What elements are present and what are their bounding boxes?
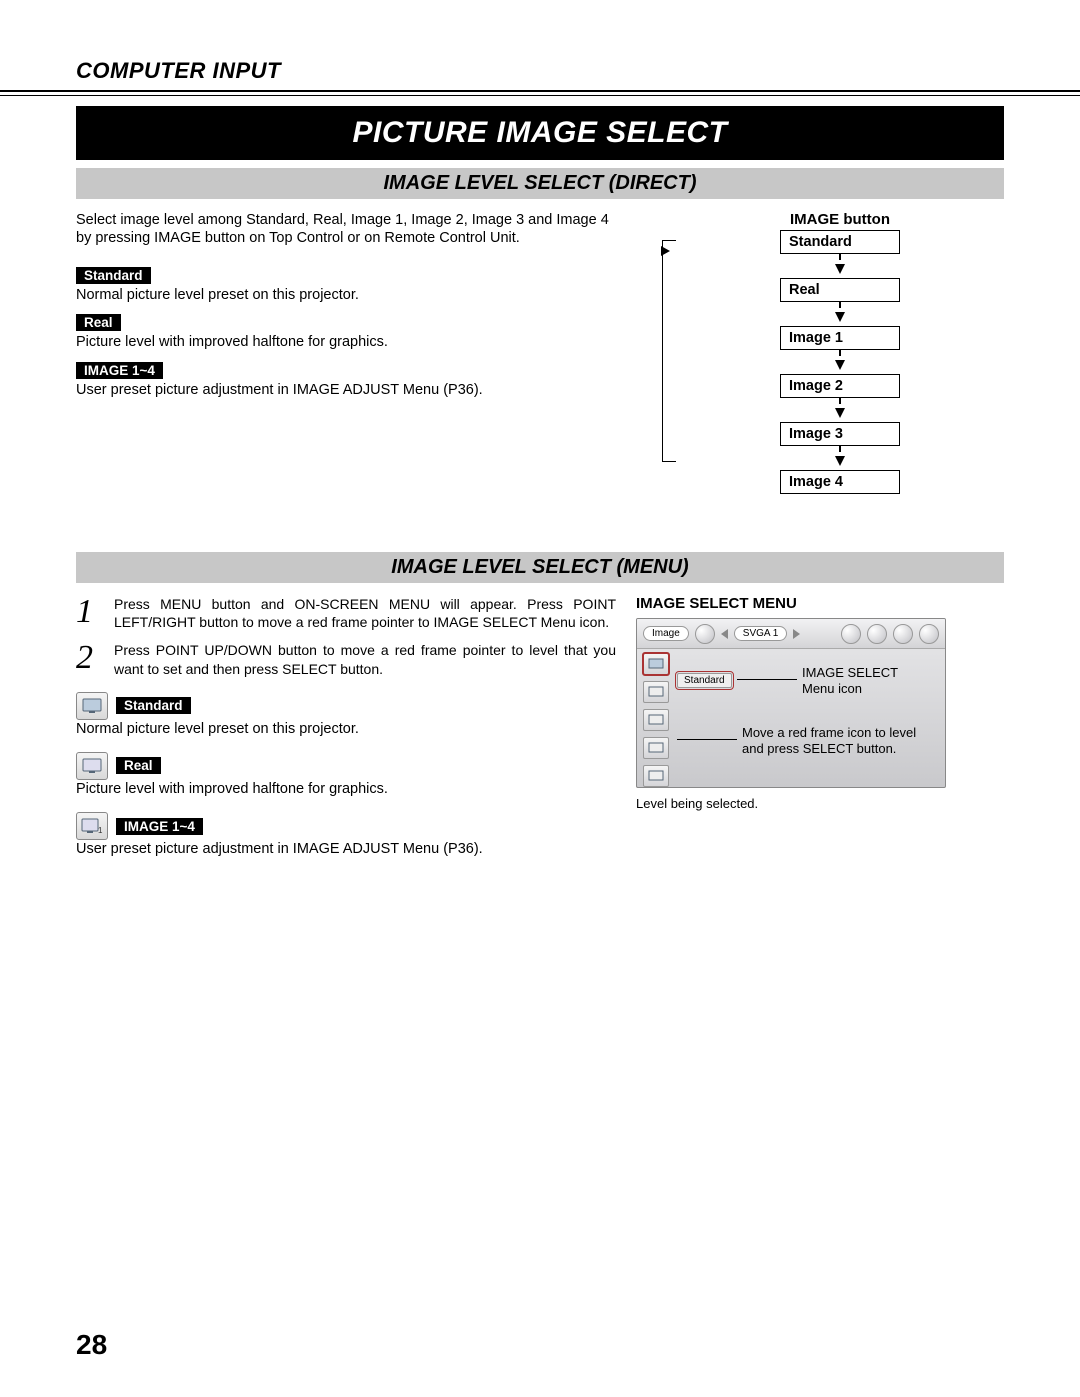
osd-round-button (919, 624, 939, 644)
step-2-text: Press POINT UP/DOWN button to move a red… (114, 641, 616, 677)
standard-icon (76, 692, 108, 720)
osd-selected-label: Standard (677, 673, 732, 688)
diagram-box: Image 1 (780, 326, 900, 350)
callout-move-text: Move a red frame icon to level and press… (742, 725, 932, 758)
loop-arrow-icon (661, 246, 670, 256)
osd-round-button (893, 624, 913, 644)
tag-standard: Standard (76, 267, 151, 284)
diagram-box: Image 2 (780, 374, 900, 398)
down-arrow-icon (835, 264, 845, 274)
diagram-box: Image 3 (780, 422, 900, 446)
callout-line (737, 679, 797, 680)
chapter-heading: COMPUTER INPUT (76, 58, 1004, 90)
desc-image14-menu: User preset picture adjustment in IMAGE … (76, 840, 616, 858)
diagram-box: Standard (780, 230, 900, 254)
svg-text:1: 1 (98, 826, 103, 834)
desc-image14: User preset picture adjustment in IMAGE … (76, 381, 616, 399)
osd-side-icons (643, 653, 673, 787)
osd-screenshot: Image SVGA 1 (636, 618, 946, 788)
diagram-box: Image 4 (780, 470, 900, 494)
tag-image14-menu: IMAGE 1~4 (116, 818, 203, 835)
osd-level-icon (643, 737, 669, 759)
desc-standard: Normal picture level preset on this proj… (76, 286, 616, 304)
tag-real: Real (76, 314, 121, 331)
down-arrow-icon (835, 360, 845, 370)
osd-tab-label: Image (643, 626, 689, 641)
step-1-text: Press MENU button and ON-SCREEN MENU wil… (114, 595, 616, 631)
osd-topbar: Image SVGA 1 (637, 619, 945, 649)
down-arrow-icon (835, 312, 845, 322)
page-number: 28 (76, 1329, 107, 1361)
loop-line (662, 240, 676, 462)
desc-real-menu: Picture level with improved halftone for… (76, 780, 616, 798)
desc-standard-menu: Normal picture level preset on this proj… (76, 720, 616, 738)
image-button-diagram: IMAGE button Standard Real Image 1 Image… (656, 211, 1004, 494)
osd-round-button (867, 624, 887, 644)
tag-real-menu: Real (116, 757, 161, 774)
step-number-1: 1 (76, 595, 102, 631)
callout-line (677, 739, 737, 740)
osd-nav-button (695, 624, 715, 644)
down-arrow-icon (835, 456, 845, 466)
desc-real: Picture level with improved halftone for… (76, 333, 616, 351)
osd-level-icon (643, 765, 669, 787)
callout-icon-text: IMAGE SELECT Menu icon (802, 665, 922, 698)
section-direct-heading: IMAGE LEVEL SELECT (DIRECT) (76, 168, 1004, 199)
diagram-box: Real (780, 278, 900, 302)
osd-level-icon (643, 681, 669, 703)
right-triangle-icon (793, 629, 800, 639)
image14-icon: 1 (76, 812, 108, 840)
osd-level-icon (643, 653, 669, 675)
step-number-2: 2 (76, 641, 102, 677)
osd-round-button (841, 624, 861, 644)
osd-mode-label: SVGA 1 (734, 626, 788, 641)
page-title-bar: PICTURE IMAGE SELECT (76, 106, 1004, 160)
osd-level-icon (643, 709, 669, 731)
tag-standard-menu: Standard (116, 697, 191, 714)
left-triangle-icon (721, 629, 728, 639)
tag-image14: IMAGE 1~4 (76, 362, 163, 379)
direct-intro: Select image level among Standard, Real,… (76, 211, 616, 247)
real-icon (76, 752, 108, 780)
rule-divider (0, 90, 1080, 96)
down-arrow-icon (835, 408, 845, 418)
section-menu-heading: IMAGE LEVEL SELECT (MENU) (76, 552, 1004, 583)
osd-caption: Level being selected. (636, 796, 1004, 811)
osd-title: IMAGE SELECT MENU (636, 595, 1004, 612)
diagram-title: IMAGE button (676, 211, 1004, 228)
